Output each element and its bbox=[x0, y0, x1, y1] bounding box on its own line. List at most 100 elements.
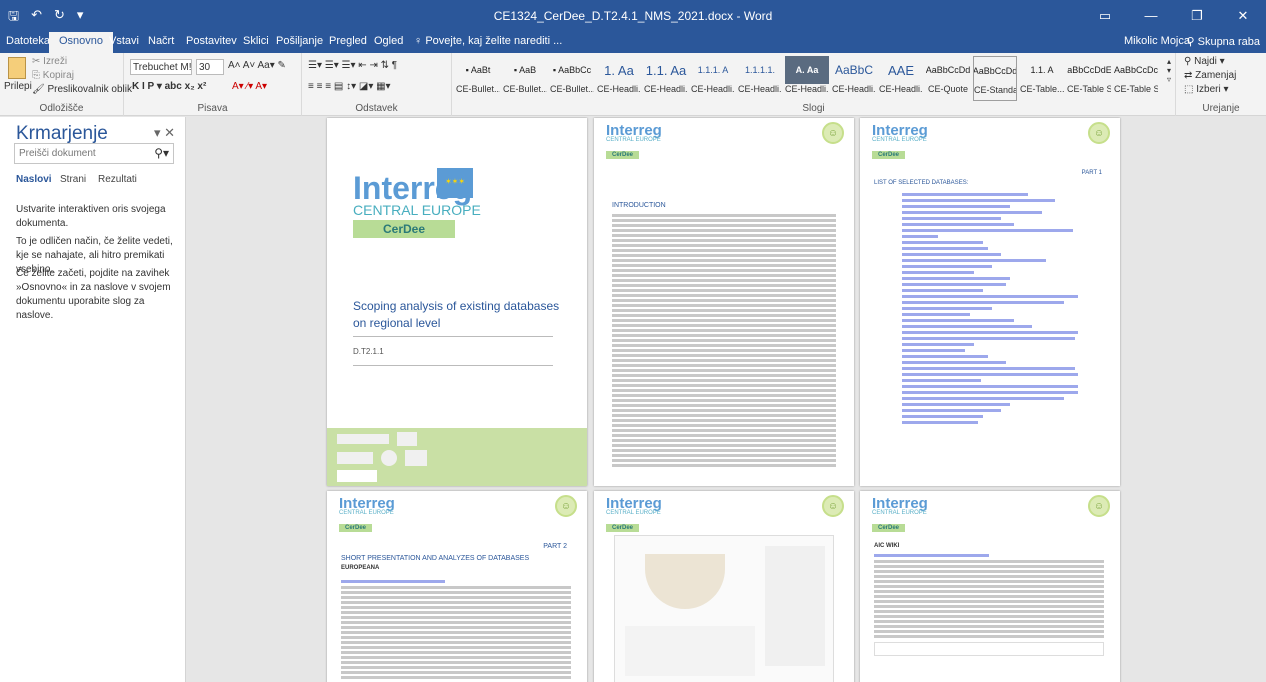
style-name: CE-Headli... bbox=[832, 84, 876, 94]
tab-view[interactable]: Ogled bbox=[374, 35, 403, 47]
page-screenshot[interactable]: Interreg CENTRAL EUROPE CerDee ☺ bbox=[594, 491, 854, 682]
tab-design[interactable]: Načrt bbox=[148, 35, 174, 47]
europeana-heading: EUROPEANA bbox=[341, 565, 380, 571]
page-aic-wiki[interactable]: Interreg CENTRAL EUROPE CerDee ☺ AIC WIKI bbox=[860, 491, 1120, 682]
cover-project: CerDee bbox=[353, 220, 455, 238]
select-button[interactable]: ⬚ Izberi ▾ bbox=[1184, 84, 1229, 95]
style-item[interactable]: 1.1. Aa CE-Headli... bbox=[644, 56, 688, 101]
replace-button[interactable]: ⇄ Zamenjaj bbox=[1184, 70, 1236, 81]
document-area[interactable]: Interreg ✶✶✶ CENTRAL EUROPE CerDee Scopi… bbox=[187, 117, 1266, 682]
list-icons[interactable]: ☰▾ ☰▾ ☰▾ ⇤ ⇥ ⇅ ¶ bbox=[308, 60, 397, 71]
style-name: CE-Bullet... bbox=[550, 84, 594, 94]
style-item[interactable]: 1.1.1.1. CE-Headli... bbox=[738, 56, 782, 101]
style-preview: AaBbC bbox=[834, 63, 874, 77]
header-logo-sub: CENTRAL EUROPE bbox=[606, 510, 661, 516]
header-logo-proj: CerDee bbox=[872, 151, 906, 159]
embedded-table bbox=[874, 642, 1104, 656]
tab-layout[interactable]: Postavitev bbox=[186, 35, 237, 47]
project-badge-icon: ☺ bbox=[822, 495, 844, 517]
style-name: CE-Table S... bbox=[1114, 84, 1158, 94]
paste-icon[interactable] bbox=[8, 57, 26, 79]
style-item[interactable]: 1. Aa CE-Headli... bbox=[597, 56, 641, 101]
style-name: CE-Headli... bbox=[785, 84, 829, 94]
cut-button[interactable]: ✂ Izreži bbox=[32, 56, 67, 67]
embedded-screenshot bbox=[614, 535, 834, 682]
header-logo-sub: CENTRAL EUROPE bbox=[872, 137, 927, 143]
style-item[interactable]: AaBbC CE-Headli... bbox=[832, 56, 876, 101]
user-name[interactable]: Mikolic Mojca bbox=[1124, 35, 1190, 47]
paste-button[interactable]: Prilepi bbox=[4, 81, 32, 92]
find-button[interactable]: ⚲ Najdi ▾ bbox=[1184, 56, 1225, 67]
styles-scroll-icon[interactable]: ▴ ▾ ▿ bbox=[1167, 57, 1171, 84]
page-cover[interactable]: Interreg ✶✶✶ CENTRAL EUROPE CerDee Scopi… bbox=[327, 118, 587, 486]
style-item[interactable]: 1.1.1. A CE-Headli... bbox=[691, 56, 735, 101]
font-size-box[interactable]: 30 bbox=[196, 59, 224, 75]
lightbulb-icon: ♀ bbox=[414, 35, 426, 47]
style-item[interactable]: AaBbCcDdEe CE-Table S... bbox=[1067, 56, 1111, 101]
ribbon-tabs: Datoteka Osnovno Vstavi Načrt Postavitev… bbox=[0, 31, 1266, 53]
nav-controls[interactable]: ▾ ✕ bbox=[154, 125, 175, 141]
cut-label: Izreži bbox=[43, 56, 68, 67]
page-introduction[interactable]: Interreg CENTRAL EUROPE CerDee ☺ INTRODUCT… bbox=[594, 118, 854, 486]
style-preview: ▪ AaB bbox=[513, 65, 537, 75]
style-item[interactable]: ▪ AaBbCc CE-Bullet... bbox=[550, 56, 594, 101]
page-database-list[interactable]: Interreg CENTRAL EUROPE CerDee ☺ PART 1 LI… bbox=[860, 118, 1120, 486]
partner-logo bbox=[337, 452, 373, 464]
tab-home[interactable]: Osnovno bbox=[49, 32, 114, 53]
page-part2[interactable]: Interreg CENTRAL EUROPE CerDee ☺ PART 2 SH… bbox=[327, 491, 587, 682]
nav-tab-results[interactable]: Rezultati bbox=[98, 174, 137, 185]
font-grow-icons[interactable]: A˄ A˅ Aa▾ ✎ bbox=[228, 60, 286, 71]
nav-search-placeholder: Preišči dokument bbox=[19, 148, 96, 159]
align-icons[interactable]: ≡ ≡ ≡ ▤ ↕▾ ◪▾ ▦▾ bbox=[308, 81, 391, 92]
clipboard-label: Odložišče bbox=[39, 103, 84, 114]
style-preview: 1. Aa bbox=[604, 62, 634, 78]
header-logo: Interreg CENTRAL EUROPE CerDee bbox=[606, 122, 662, 160]
header-logo: Interreg CENTRAL EUROPE CerDee bbox=[872, 122, 928, 160]
project-badge-icon: ☺ bbox=[822, 122, 844, 144]
minimize-button[interactable]: — bbox=[1128, 0, 1174, 31]
header-logo-proj: CerDee bbox=[339, 524, 373, 532]
tab-insert[interactable]: Vstavi bbox=[109, 35, 139, 47]
styles-group-label: Slogi bbox=[802, 103, 825, 114]
search-icon[interactable]: ⚲▾ bbox=[154, 146, 169, 160]
database-links[interactable] bbox=[902, 190, 1082, 427]
close-button[interactable]: ✕ bbox=[1220, 0, 1266, 31]
style-preview: AaBbCcDd bbox=[974, 66, 1016, 76]
share-button[interactable]: ⚲ Skupna raba bbox=[1186, 35, 1260, 48]
tab-references[interactable]: Sklici bbox=[243, 35, 269, 47]
style-item[interactable]: 1.1. A CE-Table... bbox=[1020, 56, 1064, 101]
copy-button[interactable]: ⎘ Kopiraj bbox=[32, 70, 74, 81]
style-item[interactable]: AaBbCcDc CE-Table S... bbox=[1114, 56, 1158, 101]
format-buttons[interactable]: K I P ▾ abc x₂ x² bbox=[132, 81, 206, 92]
tab-review[interactable]: Pregled bbox=[329, 35, 367, 47]
style-item[interactable]: AaBbCcDd CE-Quote bbox=[926, 56, 970, 101]
nav-search-input[interactable]: Preišči dokument ⚲▾ bbox=[14, 143, 174, 164]
tell-me-box[interactable]: ♀ Povejte, kaj želite narediti ... bbox=[414, 35, 562, 47]
style-item[interactable]: AAE CE-Headli... bbox=[879, 56, 923, 101]
clipboard-group: Prilepi ✂ Izreži ⎘ Kopiraj 🖌 Preslikoval… bbox=[0, 53, 132, 116]
format-painter-button[interactable]: 🖌 Preslikovalnik oblik bbox=[32, 84, 132, 95]
info-box bbox=[625, 626, 755, 676]
font-name-box[interactable]: Trebuchet M! bbox=[130, 59, 192, 75]
style-item[interactable]: ▪ AaB CE-Bullet... bbox=[503, 56, 547, 101]
style-name: CE-Headli... bbox=[691, 84, 735, 94]
list-heading: LIST OF SELECTED DATABASES: bbox=[874, 180, 969, 186]
tab-file[interactable]: Datoteka bbox=[6, 35, 50, 47]
cover-rule bbox=[353, 336, 553, 337]
nav-tab-headings[interactable]: Naslovi bbox=[16, 174, 52, 185]
nav-tab-pages[interactable]: Strani bbox=[60, 174, 86, 185]
font-color-icons[interactable]: A▾ ⁄▾ A▾ bbox=[232, 81, 267, 92]
ribbon-display-icon[interactable]: ▭ bbox=[1082, 0, 1128, 31]
style-preview: 1.1.1.1. bbox=[744, 65, 776, 75]
restore-button[interactable]: ❐ bbox=[1174, 0, 1220, 31]
header-logo-sub: CENTRAL EUROPE bbox=[606, 137, 661, 143]
tab-mailings[interactable]: Pošiljanje bbox=[276, 35, 323, 47]
style-item[interactable]: AaBbCcDd CE-Standa... bbox=[973, 56, 1017, 101]
style-name: CE-Headli... bbox=[597, 84, 641, 94]
style-item[interactable]: A. Aa CE-Headli... bbox=[785, 56, 829, 101]
styles-group: ▪ AaBt CE-Bullet... ▪ AaB CE-Bullet... ▪ AaB… bbox=[452, 53, 1176, 116]
style-preview: A. Aa bbox=[785, 56, 829, 84]
nav-help-1: Ustvarite interaktiven oris svojega doku… bbox=[16, 204, 166, 229]
find-label: Najdi bbox=[1194, 56, 1217, 67]
style-item[interactable]: ▪ AaBt CE-Bullet... bbox=[456, 56, 500, 101]
